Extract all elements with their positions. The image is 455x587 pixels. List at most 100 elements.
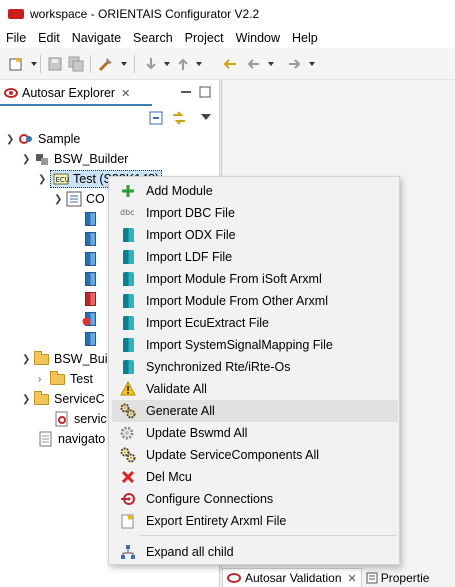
tree-item-co[interactable]: ❯ CO [54,189,105,209]
build-dropdown-icon[interactable] [121,62,127,66]
gear-icon [120,426,134,440]
link-with-editor-icon[interactable] [171,111,187,125]
save-icon[interactable] [47,56,63,72]
menu-item-update-servicecomponents-all[interactable]: Update ServiceComponents All [112,444,398,466]
menu-item-del-mcu[interactable]: Del Mcu [112,466,398,488]
tab-autosar-validation[interactable]: Autosar Validation ✕ [222,568,362,587]
module-icon [82,251,98,267]
toolbar-separator [134,55,135,73]
tree-item-module-error[interactable] [82,309,102,329]
menu-item-import-odx[interactable]: Import ODX File [112,224,398,246]
tree-item-module-error[interactable] [82,289,102,309]
back-dropdown-icon[interactable] [268,62,274,66]
menu-item-label: Update Bswmd All [146,426,248,440]
menu-item-import-isoft-arxml[interactable]: Import Module From iSoft Arxml [112,268,398,290]
toolbar-separator [90,55,91,73]
close-icon[interactable]: ✕ [121,87,130,100]
next-annotation-dropdown-icon[interactable] [164,62,170,66]
bottom-tab-bar: Autosar Validation ✕ Propertie [222,568,455,587]
explorer-tab[interactable]: Autosar Explorer ✕ [0,82,152,106]
previous-annotation-dropdown-icon[interactable] [196,62,202,66]
menu-item-label: Validate All [146,382,207,396]
tree-item-navigato[interactable]: navigato [38,429,105,449]
menu-item-synchronized-rte[interactable]: Synchronized Rte/iRte-Os [112,356,398,378]
menu-item-add-module[interactable]: Add Module [112,180,398,202]
menu-item-configure-connections[interactable]: Configure Connections [112,488,398,510]
maximize-view-icon[interactable] [199,86,211,98]
tree-item-module[interactable] [82,249,102,269]
back-icon[interactable] [246,56,262,72]
expanded-chevron-icon[interactable]: ❯ [22,154,34,165]
tree-item-module[interactable] [82,229,102,249]
window-title: workspace - ORIENTAIS Configurator V2.2 [30,7,260,21]
menu-file[interactable]: File [0,28,32,48]
menu-window[interactable]: Window [230,28,286,48]
collapse-all-icon[interactable] [149,111,163,125]
tree-icon [121,545,135,559]
menu-edit[interactable]: Edit [32,28,66,48]
module-error-icon [82,311,98,327]
autosar-validation-icon [227,573,241,583]
next-annotation-icon[interactable] [143,56,159,72]
tree-item-module[interactable] [82,209,102,229]
menu-item-import-ldf[interactable]: Import LDF File [112,246,398,268]
save-all-icon[interactable] [68,56,84,72]
tree-item-bsw-builder-2[interactable]: ❯ BSW_Buil [22,349,110,369]
expanded-chevron-icon[interactable]: ❯ [6,134,18,145]
menu-item-expand-all-child[interactable]: Expand all child [112,541,398,563]
menu-item-label: Import ODX File [146,228,236,242]
build-icon[interactable] [98,56,114,72]
tree-item-bsw-builder[interactable]: ❯ BSW_Builder [22,149,128,169]
forward-dropdown-icon[interactable] [309,62,315,66]
menu-item-generate-all[interactable]: Generate All [112,400,398,422]
tree-item-sample[interactable]: ❯ Sample [6,129,80,149]
main-toolbar [0,48,455,80]
tree-item-module[interactable] [82,269,102,289]
menu-item-update-bswmd-all[interactable]: Update Bswmd All [112,422,398,444]
menu-help[interactable]: Help [286,28,324,48]
tree-label: Test [70,372,93,386]
previous-annotation-icon[interactable] [175,56,191,72]
tree-item-module[interactable] [82,329,102,349]
tree-item-test[interactable]: › Test [38,369,93,389]
menu-item-label: Import Module From iSoft Arxml [146,272,322,286]
list-icon [66,191,82,207]
tree-label: servic [74,412,107,426]
expanded-chevron-icon[interactable]: ❯ [38,174,50,185]
menu-item-import-other-arxml[interactable]: Import Module From Other Arxml [112,290,398,312]
folder-icon [34,391,50,407]
menu-item-import-ecuextract[interactable]: Import EcuExtract File [112,312,398,334]
new-icon[interactable] [8,56,24,72]
add-module-icon [122,185,134,197]
builder-icon [34,151,50,167]
menu-item-import-systemsignalmapping[interactable]: Import SystemSignalMapping File [112,334,398,356]
forward-icon[interactable] [286,56,302,72]
menu-item-import-dbc[interactable]: dbc Import DBC File [112,202,398,224]
menu-project[interactable]: Project [179,28,230,48]
close-icon[interactable]: ✕ [348,572,357,585]
new-dropdown-icon[interactable] [31,62,37,66]
menu-navigate[interactable]: Navigate [66,28,127,48]
expanded-chevron-icon[interactable]: ❯ [54,194,66,205]
service-file-icon [54,411,70,427]
menu-search[interactable]: Search [127,28,179,48]
tree-label: CO [86,192,105,206]
tab-properties[interactable]: Propertie [362,568,434,587]
tree-item-service[interactable]: ❯ ServiceC [22,389,105,409]
menu-item-label: Synchronized Rte/iRte-Os [146,360,291,374]
module-icon [82,231,98,247]
tree-item-servic[interactable]: servic [54,409,107,429]
expanded-chevron-icon[interactable]: ❯ [22,394,34,405]
project-icon [18,131,34,147]
collapsed-chevron-icon[interactable]: › [38,374,50,385]
tab-label: Propertie [380,570,430,585]
menu-item-export-entirety-arxml[interactable]: Export Entirety Arxml File [112,510,398,532]
minimize-view-icon[interactable] [180,86,192,98]
title-bar: workspace - ORIENTAIS Configurator V2.2 [0,0,455,28]
view-menu-icon[interactable] [201,114,211,120]
last-edit-location-icon[interactable] [222,56,238,72]
svg-text:ECU: ECU [56,176,70,184]
expanded-chevron-icon[interactable]: ❯ [22,354,34,365]
menu-item-validate-all[interactable]: Validate All [112,378,398,400]
folder-icon [50,371,66,387]
